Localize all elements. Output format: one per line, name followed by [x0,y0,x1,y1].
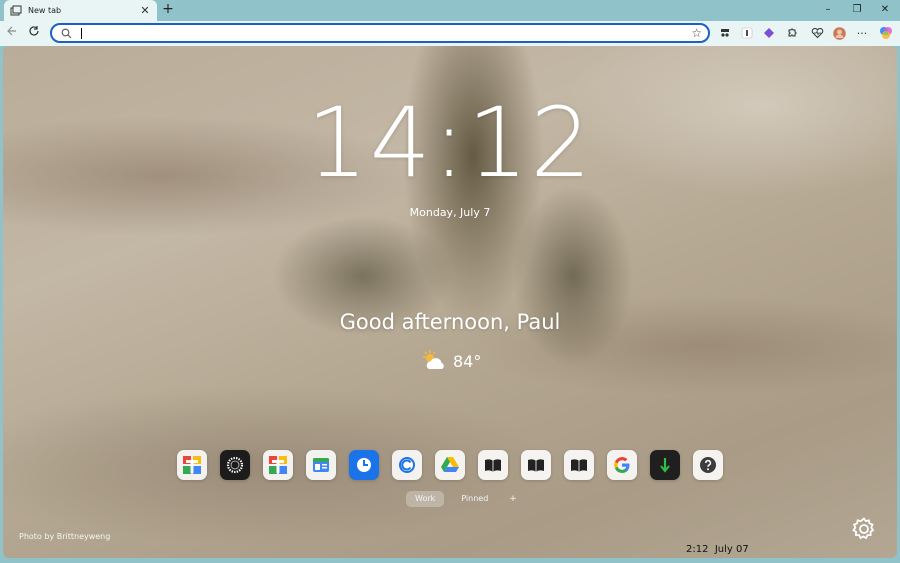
browser-toolbar: ☆ ··· [0,21,900,46]
minimize-button[interactable]: – [820,3,836,17]
restore-button[interactable]: ❐ [849,3,865,17]
tab-new-tab[interactable]: New tab ✕ [4,0,157,21]
extension-i-icon[interactable] [740,26,754,40]
quick-link-book-1[interactable] [478,450,508,480]
greeting-text: Good afternoon, Paul [339,310,561,334]
quick-link-clock-app[interactable] [349,450,379,480]
search-icon [61,28,72,39]
quick-link-office-2[interactable] [263,450,293,480]
clock-display: 14:12 [306,87,594,199]
tab-pinned[interactable]: Pinned [452,491,497,507]
photo-credit[interactable]: Photo by Brittneyweng [19,532,110,541]
favorite-star-icon[interactable]: ☆ [691,25,702,41]
quick-link-book-3[interactable] [564,450,594,480]
quick-links [177,450,736,480]
google-drive-icon [441,457,459,472]
open-book-icon [571,459,587,472]
address-input[interactable] [80,26,680,40]
extension-purple-icon[interactable] [762,26,776,40]
more-menu-button[interactable]: ··· [855,26,869,40]
date-display: Monday, July 7 [409,206,491,219]
dark-circle-app-icon [226,456,244,474]
office-tiles-icon [269,456,287,474]
quick-link-help[interactable] [693,450,723,480]
blue-clock-app-icon [357,458,371,472]
back-arrow-icon [7,26,16,36]
new-tab-page-icon [10,5,22,17]
quick-link-google[interactable] [607,450,637,480]
partly-sunny-icon [423,350,444,369]
temperature: 84° [453,351,482,371]
taskbar-date: July 07 [714,544,749,555]
refresh-button[interactable] [26,25,42,41]
tab-title: New tab [28,6,62,15]
new-tab-button[interactable]: + [160,2,176,18]
refresh-icon [29,26,39,36]
address-bar[interactable]: ☆ [50,23,710,43]
green-arrow-app-icon [660,458,670,473]
quick-link-book-2[interactable] [521,450,551,480]
add-quick-link-tab-button[interactable]: + [505,491,521,507]
office-tiles-icon [183,456,201,474]
tab-work[interactable]: Work [406,491,445,507]
tab-close-icon[interactable]: ✕ [139,4,151,17]
back-button[interactable] [4,25,20,41]
blue-c-circle-icon [399,457,415,473]
quick-link-news[interactable] [306,450,336,480]
help-question-icon [700,457,716,473]
news-g-icon [313,458,329,472]
text-caret [81,28,82,39]
quick-link-drive[interactable] [435,450,465,480]
quick-link-tabs: Work Pinned + [406,490,521,508]
google-g-icon [614,457,630,473]
taskbar-clock: 2:12 July 07 [686,544,749,555]
new-tab-page: 14:12 Monday, July 7 Good afternoon, Pau… [3,46,897,558]
quick-link-office[interactable] [177,450,207,480]
quick-link-c-app[interactable] [392,450,422,480]
quick-link-green-app[interactable] [650,450,680,480]
copilot-icon[interactable] [879,26,893,40]
open-book-icon [485,459,501,472]
extensions-puzzle-icon[interactable] [785,26,799,40]
title-bar: New tab ✕ + – ❐ ✕ [0,0,900,21]
profile-avatar[interactable] [832,26,846,40]
close-window-button[interactable]: ✕ [877,3,893,17]
extension-spy-icon[interactable] [718,26,732,40]
browser-essentials-heart-icon[interactable] [810,26,824,40]
weather-widget[interactable]: 84° [421,348,481,374]
page-settings-gear-icon[interactable] [851,516,877,542]
taskbar-time: 2:12 [686,544,709,555]
open-book-icon [528,459,544,472]
quick-link-dark-app[interactable] [220,450,250,480]
